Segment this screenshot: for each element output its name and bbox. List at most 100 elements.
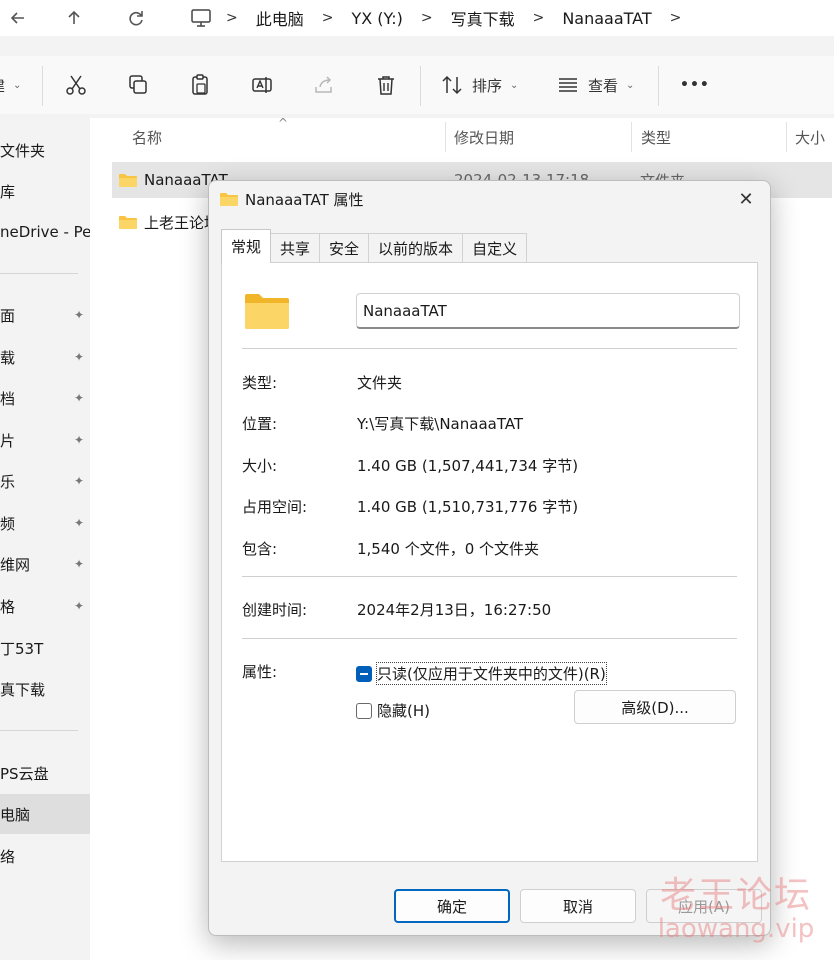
size-on-disk-label: 占用空间: xyxy=(242,498,308,516)
toolbar-divider xyxy=(658,66,659,106)
cancel-button[interactable]: 取消 xyxy=(520,889,636,923)
readonly-checkbox[interactable] xyxy=(356,666,372,682)
attributes-label: 属性: xyxy=(242,663,278,681)
pin-icon: ✦ xyxy=(73,433,84,447)
sidebar-item-label: 丁53T xyxy=(0,639,44,658)
copy-icon[interactable] xyxy=(126,70,150,100)
location-value: Y:\写真下载\NanaaaTAT xyxy=(357,415,524,433)
sort-button[interactable]: 排序 ⌄ xyxy=(440,70,518,100)
sidebar-item-photo-downloads[interactable]: 真下载 xyxy=(0,669,90,709)
divider xyxy=(242,576,737,577)
chevron-right-icon: > xyxy=(420,10,433,26)
cut-icon[interactable] xyxy=(64,70,88,100)
size-on-disk-value: 1.40 GB (1,510,731,776 字节) xyxy=(357,498,579,516)
paste-icon[interactable] xyxy=(188,70,212,100)
sidebar-divider xyxy=(0,273,78,274)
sidebar-item-label: 真下载 xyxy=(0,680,46,699)
sidebar-item-53t[interactable]: 丁53T xyxy=(0,628,90,668)
rename-icon[interactable] xyxy=(250,70,274,100)
sidebar-item-label: 面 xyxy=(0,306,16,325)
contains-value: 1,540 个文件，0 个文件夹 xyxy=(357,540,540,558)
close-icon[interactable]: ✕ xyxy=(732,185,760,213)
sidebar-item-library[interactable]: 库 xyxy=(0,171,90,211)
view-button[interactable]: 查看 ⌄ xyxy=(556,70,634,100)
chevron-right-icon[interactable]: > xyxy=(664,10,688,26)
chevron-right-icon: > xyxy=(226,10,238,26)
advanced-button[interactable]: 高级(D)... xyxy=(574,690,736,724)
tab-security[interactable]: 安全 xyxy=(319,233,370,263)
folder-icon xyxy=(220,193,238,206)
folder-icon xyxy=(119,174,137,187)
sidebar-item-label: 档 xyxy=(0,389,16,408)
chevron-down-icon: ⌄ xyxy=(510,79,519,91)
apply-button[interactable]: 应用(A) xyxy=(646,889,762,923)
pin-icon: ✦ xyxy=(73,391,84,405)
breadcrumb-item-drive[interactable]: YX (Y:) xyxy=(339,9,414,28)
view-label: 查看 xyxy=(588,76,619,95)
pin-icon: ✦ xyxy=(73,516,84,530)
chevron-right-icon: > xyxy=(532,10,545,26)
toolbar-divider xyxy=(420,66,421,106)
sidebar-item-desktop[interactable]: 面 ✦ xyxy=(0,295,90,335)
tab-general[interactable]: 常规 xyxy=(221,229,272,263)
folder-name-input[interactable]: NanaaaTAT xyxy=(356,293,740,329)
breadcrumb-item-this-pc[interactable]: 此电脑 xyxy=(244,6,316,30)
computer-icon[interactable] xyxy=(176,8,220,28)
type-label: 类型: xyxy=(242,374,278,392)
column-header-type[interactable]: 类型 xyxy=(641,118,671,156)
sidebar-item-onedrive[interactable]: neDrive - Pe xyxy=(0,212,90,252)
tab-sharing[interactable]: 共享 xyxy=(270,233,321,263)
up-arrow-icon[interactable] xyxy=(56,0,92,36)
column-divider xyxy=(445,122,446,152)
created-value: 2024年2月13日，16:27:50 xyxy=(357,601,552,619)
refresh-icon[interactable] xyxy=(118,0,154,36)
share-icon[interactable] xyxy=(312,70,336,100)
toolbar-divider xyxy=(42,66,43,106)
sidebar-item-label: PS云盘 xyxy=(0,764,49,783)
back-arrow-icon[interactable] xyxy=(0,0,36,36)
sidebar-item-label: 片 xyxy=(0,431,16,450)
chevron-down-icon: ⌄ xyxy=(626,79,635,91)
folder-icon xyxy=(245,294,289,329)
tab-previous-versions[interactable]: 以前的版本 xyxy=(368,233,464,263)
sidebar-item-label: 频 xyxy=(0,514,16,533)
sidebar-item-documents[interactable]: 档 ✦ xyxy=(0,378,90,418)
sidebar-item-folder[interactable]: 文件夹 xyxy=(0,130,90,170)
sidebar-item-label: 乐 xyxy=(0,472,16,491)
column-header-size[interactable]: 大小 xyxy=(795,118,825,156)
hidden-checkbox[interactable] xyxy=(356,703,372,719)
sidebar-item-music[interactable]: 乐 ✦ xyxy=(0,461,90,501)
navigation-pane: 文件夹 库 neDrive - Pe 面 ✦ 载 ✦ 档 ✦ 片 ✦ 乐 ✦ 频 ✦ 维网 ✦… xyxy=(0,118,90,960)
ok-button[interactable]: 确定 xyxy=(394,889,510,923)
sidebar-item-this-pc[interactable]: 电脑 xyxy=(0,794,90,834)
sidebar-item-label: 络 xyxy=(0,847,16,866)
size-value: 1.40 GB (1,507,441,734 字节) xyxy=(357,457,579,475)
column-header-name[interactable]: 名称 xyxy=(132,118,162,156)
sidebar-item-wps-cloud[interactable]: PS云盘 xyxy=(0,753,90,793)
sidebar-item-grid[interactable]: 格 ✦ xyxy=(0,586,90,626)
sidebar-item-videos[interactable]: 频 ✦ xyxy=(0,503,90,543)
pin-icon: ✦ xyxy=(73,350,84,364)
divider xyxy=(242,638,737,639)
sidebar-item-label: 文件夹 xyxy=(0,141,46,160)
created-label: 创建时间: xyxy=(242,601,308,619)
sidebar-item-pictures[interactable]: 片 ✦ xyxy=(0,420,90,460)
general-tab-panel: NanaaaTAT 类型: 文件夹 位置: Y:\写真下载\NanaaaTAT … xyxy=(221,262,758,862)
pin-icon: ✦ xyxy=(73,599,84,613)
new-label: 建 xyxy=(0,75,5,96)
column-header-date[interactable]: 修改日期 xyxy=(454,118,514,156)
properties-dialog: NanaaaTAT 属性 ✕ 常规 共享 安全 以前的版本 自定义 Nanaaa… xyxy=(208,180,771,936)
breadcrumb-item-current[interactable]: NanaaaTAT xyxy=(550,9,663,28)
more-options-icon[interactable]: ••• xyxy=(680,70,710,100)
breadcrumb-item-folder[interactable]: 写真下载 xyxy=(439,6,527,30)
tab-customize[interactable]: 自定义 xyxy=(462,233,528,263)
sidebar-item-network[interactable]: 络 xyxy=(0,836,90,876)
sidebar-item-label: 格 xyxy=(0,597,16,616)
delete-icon[interactable] xyxy=(374,70,398,100)
sidebar-item-downloads[interactable]: 载 ✦ xyxy=(0,337,90,377)
hidden-label[interactable]: 隐藏(H) xyxy=(377,700,430,721)
sidebar-item-web[interactable]: 维网 ✦ xyxy=(0,544,90,584)
new-button[interactable]: 建 ⌄ xyxy=(0,70,21,100)
readonly-label[interactable]: 只读(仅应用于文件夹中的文件)(R) xyxy=(376,662,607,685)
sort-label: 排序 xyxy=(472,76,503,95)
